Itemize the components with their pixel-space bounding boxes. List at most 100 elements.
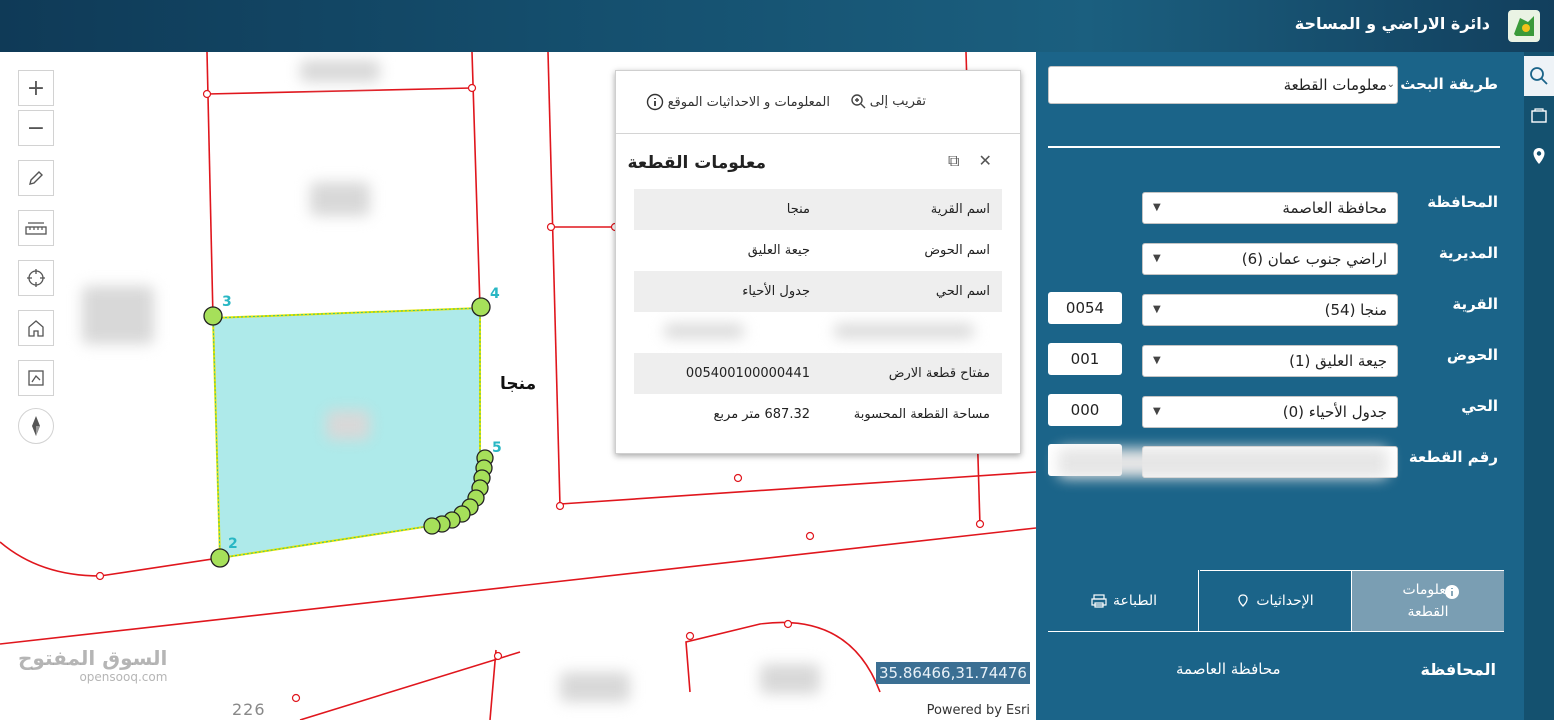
tab-parcel-info[interactable]: معلومات القطعة xyxy=(1352,570,1504,632)
result-tabs: معلومات القطعة الإحداثيات الطباعة xyxy=(1048,570,1504,632)
blurred-value xyxy=(664,324,744,338)
app-title: دائرة الاراضي و المساحة xyxy=(1294,14,1490,33)
blurred-label xyxy=(760,664,820,694)
locate-button[interactable] xyxy=(18,260,54,296)
field-label: الحي xyxy=(1461,397,1498,415)
table-row: مساحة القطعة المحسوبة 687.32 متر مربع xyxy=(634,394,1002,435)
row-key: اسم الحي xyxy=(935,284,990,299)
vertex-label: 3 xyxy=(222,294,232,310)
tab-coordinates-label: الإحداثيات xyxy=(1256,593,1314,609)
tab-coordinates[interactable]: الإحداثيات xyxy=(1198,570,1352,632)
village-value: منجا (54) xyxy=(1324,301,1387,319)
neighborhood-code-input[interactable]: 000 xyxy=(1048,394,1122,426)
app-header: دائرة الاراضي و المساحة xyxy=(0,0,1554,52)
village-select[interactable]: منجا (54) ▼ xyxy=(1142,294,1398,326)
vertex-label: 4 xyxy=(490,286,500,302)
search-glyph xyxy=(1530,67,1548,85)
tab-print-label: الطباعة xyxy=(1113,593,1157,609)
search-method-label: طريقة البحث xyxy=(1400,75,1498,93)
scale-text: 226 xyxy=(232,700,266,719)
opensooq-watermark: السوق المفتوح opensooq.com xyxy=(18,646,167,684)
parcel-info-popup: تقريب إلى المعلومات و الاحداثيات الموقع … xyxy=(615,70,1021,454)
row-key: اسم القرية xyxy=(930,202,990,217)
popup-actions-bar: تقريب إلى المعلومات و الاحداثيات الموقع xyxy=(616,71,1020,134)
directorate-value: اراضي جنوب عمان (6) xyxy=(1241,250,1387,268)
field-label: رقم القطعة xyxy=(1408,448,1498,466)
neighborhood-select[interactable]: جدول الأحياء (0) ▼ xyxy=(1142,396,1398,428)
tab-print[interactable]: الطباعة xyxy=(1048,570,1200,632)
map-layers-glyph xyxy=(1531,108,1547,123)
location-info-label: المعلومات و الاحداثيات الموقع xyxy=(667,94,830,110)
field-label: المحافظة xyxy=(1427,193,1498,211)
blurred-label xyxy=(310,182,370,216)
printer-icon xyxy=(1091,594,1107,608)
row-value: جيعة العليق xyxy=(747,243,810,258)
dropdown-arrow-icon: ▼ xyxy=(1153,406,1161,417)
village-code-input[interactable]: 0054 xyxy=(1048,292,1122,324)
pencil-icon xyxy=(29,171,43,185)
info-icon xyxy=(646,93,663,111)
basin-value: جيعة العليق (1) xyxy=(1289,352,1387,370)
row-key: مفتاح قطعة الارض xyxy=(888,366,990,381)
row-key: اسم الحوض xyxy=(924,243,990,258)
dock-icon[interactable]: ⧉ xyxy=(948,151,959,170)
field-label: المديرية xyxy=(1438,244,1498,262)
close-icon[interactable]: ✕ xyxy=(979,151,992,170)
watermark-domain: opensooq.com xyxy=(79,670,168,684)
coordinates-readout: 35.86466,31.74476 xyxy=(876,662,1030,684)
governorate-select[interactable]: محافظة العاصمة ▼ xyxy=(1142,192,1398,224)
blurred-label xyxy=(560,672,630,702)
table-row: اسم القرية منجا xyxy=(634,189,1002,230)
vertex-label: 5 xyxy=(492,440,502,456)
select-area-icon xyxy=(28,370,44,386)
tabs-bottom-rule xyxy=(1048,631,1504,632)
dropdown-arrow-icon: ▼ xyxy=(1153,304,1161,315)
layers-icon[interactable] xyxy=(1524,96,1554,136)
table-row: اسم الحي جدول الأحياء xyxy=(634,271,1002,312)
basin-select[interactable]: جيعة العليق (1) ▼ xyxy=(1142,345,1398,377)
blurred-value xyxy=(834,324,974,338)
blurred-label xyxy=(82,286,154,344)
row-value: منجا xyxy=(786,202,810,217)
logo-icon xyxy=(1508,10,1540,42)
watermark-brand: السوق المفتوح xyxy=(18,646,168,670)
search-method-select[interactable]: معلومات القطعة ⌄ xyxy=(1048,66,1398,104)
draw-button[interactable] xyxy=(18,160,54,196)
zoom-in-button[interactable]: + xyxy=(18,70,54,106)
right-icon-bar xyxy=(1524,52,1554,720)
measure-button[interactable] xyxy=(18,210,54,246)
dropdown-arrow-icon: ▼ xyxy=(1153,253,1161,264)
blurred-label xyxy=(326,410,370,440)
zoom-to-action[interactable]: تقريب إلى xyxy=(850,93,926,109)
result-field-label: المحافظة xyxy=(1420,660,1496,679)
location-info-action[interactable]: المعلومات و الاحداثيات الموقع xyxy=(646,93,830,111)
select-button[interactable] xyxy=(18,360,54,396)
popup-controls: ⧉ ✕ xyxy=(948,151,992,171)
dropdown-arrow-icon: ▼ xyxy=(1153,355,1161,366)
compass-button[interactable] xyxy=(18,408,54,444)
pin-glyph xyxy=(1533,148,1545,164)
tabs-top-rule xyxy=(1200,570,1504,571)
powered-by-esri: Powered by Esri xyxy=(926,703,1030,718)
search-method-value: معلومات القطعة xyxy=(1283,76,1387,94)
result-field-value: محافظة العاصمة xyxy=(1176,660,1281,678)
home-button[interactable] xyxy=(18,310,54,346)
field-label: القرية xyxy=(1452,295,1498,313)
panel-divider xyxy=(1048,146,1500,148)
location-icon xyxy=(1238,594,1248,607)
field-label: الحوض xyxy=(1446,346,1498,364)
table-row: مفتاح قطعة الارض 005400100000441 xyxy=(634,353,1002,394)
zoom-to-label: تقريب إلى xyxy=(869,93,926,109)
zoom-in-icon xyxy=(851,94,866,109)
chevron-down-icon: ⌄ xyxy=(1386,79,1395,90)
map-pin-icon[interactable] xyxy=(1524,136,1554,176)
search-icon[interactable] xyxy=(1524,56,1554,96)
blurred-value xyxy=(1058,448,1388,478)
crosshair-icon xyxy=(27,269,45,287)
home-icon xyxy=(28,320,44,337)
row-key: مساحة القطعة المحسوبة xyxy=(853,407,990,422)
popup-title: معلومات القطعة xyxy=(627,153,766,173)
zoom-out-button[interactable]: − xyxy=(18,110,54,146)
basin-code-input[interactable]: 001 xyxy=(1048,343,1122,375)
directorate-select[interactable]: اراضي جنوب عمان (6) ▼ xyxy=(1142,243,1398,275)
